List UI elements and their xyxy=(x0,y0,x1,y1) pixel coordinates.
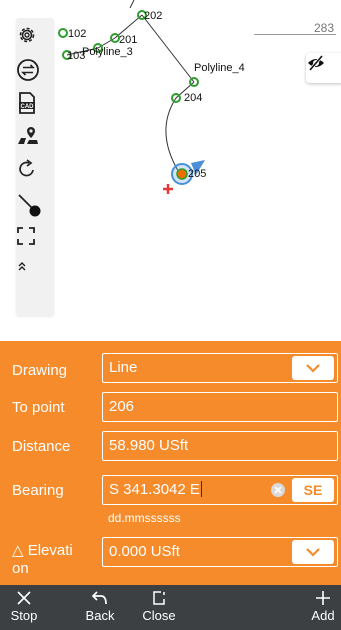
plus-icon xyxy=(316,591,330,605)
polyline-label: Polyline_3 xyxy=(82,46,133,58)
bearing-format-hint: dd.mmssssss xyxy=(108,511,181,525)
elevation-label-line1: △ Elevati xyxy=(12,542,73,559)
to-point-value: 206 xyxy=(109,398,135,415)
collapse-toolbar-button[interactable] xyxy=(16,260,54,286)
back-label: Back xyxy=(85,608,115,623)
gear-icon xyxy=(19,27,35,43)
back-arrow-icon xyxy=(91,591,107,605)
cad-button[interactable]: CAD xyxy=(16,91,54,123)
close-label: Close xyxy=(142,608,176,623)
text-cursor xyxy=(200,481,202,497)
map-toolbar: CAD xyxy=(16,18,54,316)
elevation-label-line2: on xyxy=(12,560,29,577)
visibility-toggle-button[interactable] xyxy=(306,53,341,83)
to-point-label: To point xyxy=(12,399,65,416)
stop-button[interactable]: Stop xyxy=(0,585,48,630)
drawing-dropdown-button[interactable] xyxy=(292,356,334,380)
back-button[interactable]: Back xyxy=(78,585,122,630)
stakeout-line-icon xyxy=(18,194,41,217)
scale-bar: 283 xyxy=(254,21,336,35)
bearing-label: Bearing xyxy=(12,482,64,499)
refresh-button[interactable] xyxy=(16,158,54,190)
clear-bearing-button[interactable] xyxy=(271,483,285,497)
scale-label: 283 xyxy=(313,21,334,35)
clear-icon xyxy=(274,486,282,494)
cad-icon: CAD xyxy=(19,92,35,114)
point-label: 205 xyxy=(188,168,207,180)
distance-label: Distance xyxy=(12,438,71,455)
double-chevron-up-icon xyxy=(18,262,26,271)
point-102-marker[interactable] xyxy=(58,28,68,38)
chevron-down-icon xyxy=(306,548,320,557)
scale-line xyxy=(254,34,336,35)
polyline-4-segment xyxy=(141,14,195,83)
stop-label: Stop xyxy=(10,608,38,623)
point-label: 204 xyxy=(184,92,203,104)
point-label: 201 xyxy=(119,34,138,46)
stakeout-line-button[interactable] xyxy=(16,192,54,224)
swap-button[interactable] xyxy=(16,58,54,90)
eye-off-icon xyxy=(308,55,324,71)
point-label: 102 xyxy=(68,28,87,40)
to-point-input[interactable]: 206 xyxy=(102,392,338,422)
map-pin-icon xyxy=(18,127,38,144)
add-label: Add xyxy=(311,608,335,623)
elevation-dropdown-button[interactable] xyxy=(292,540,334,564)
chevron-down-icon xyxy=(306,364,320,373)
svg-text:CAD: CAD xyxy=(21,104,35,110)
point-205-marker[interactable] xyxy=(176,168,188,180)
bearing-input[interactable]: S 341.3042 E SE xyxy=(102,475,338,505)
drawing-value: Line xyxy=(109,359,138,376)
distance-input[interactable]: 58.980 USft xyxy=(102,431,338,461)
bottom-action-bar: Stop Back Close Add xyxy=(0,585,341,630)
map-location-button[interactable] xyxy=(16,124,54,156)
distance-value: 58.980 USft xyxy=(109,437,189,454)
close-button[interactable]: Close xyxy=(136,585,182,630)
map-canvas[interactable]: 202 201 102 103 Polyline_3 Polyline_4 20… xyxy=(0,0,341,340)
drawing-select[interactable]: Line xyxy=(102,353,338,383)
line-to-top xyxy=(129,0,135,9)
drawing-label: Drawing xyxy=(12,362,68,379)
fullscreen-button[interactable] xyxy=(16,226,54,258)
point-label: 202 xyxy=(144,10,163,22)
close-x-icon xyxy=(17,591,31,605)
fullscreen-icon xyxy=(17,227,35,245)
settings-button[interactable] xyxy=(16,24,54,56)
crosshair-icon xyxy=(163,184,173,194)
swap-icon xyxy=(17,59,39,81)
polyline-label: Polyline_4 xyxy=(194,62,245,74)
elevation-input[interactable]: 0.000 USft xyxy=(102,537,338,567)
add-button[interactable]: Add xyxy=(305,585,341,630)
refresh-icon xyxy=(19,159,34,177)
bearing-value: S 341.3042 E xyxy=(109,481,200,498)
exit-icon xyxy=(153,591,165,605)
elevation-value: 0.000 USft xyxy=(109,543,180,560)
quadrant-button[interactable]: SE xyxy=(292,478,334,502)
